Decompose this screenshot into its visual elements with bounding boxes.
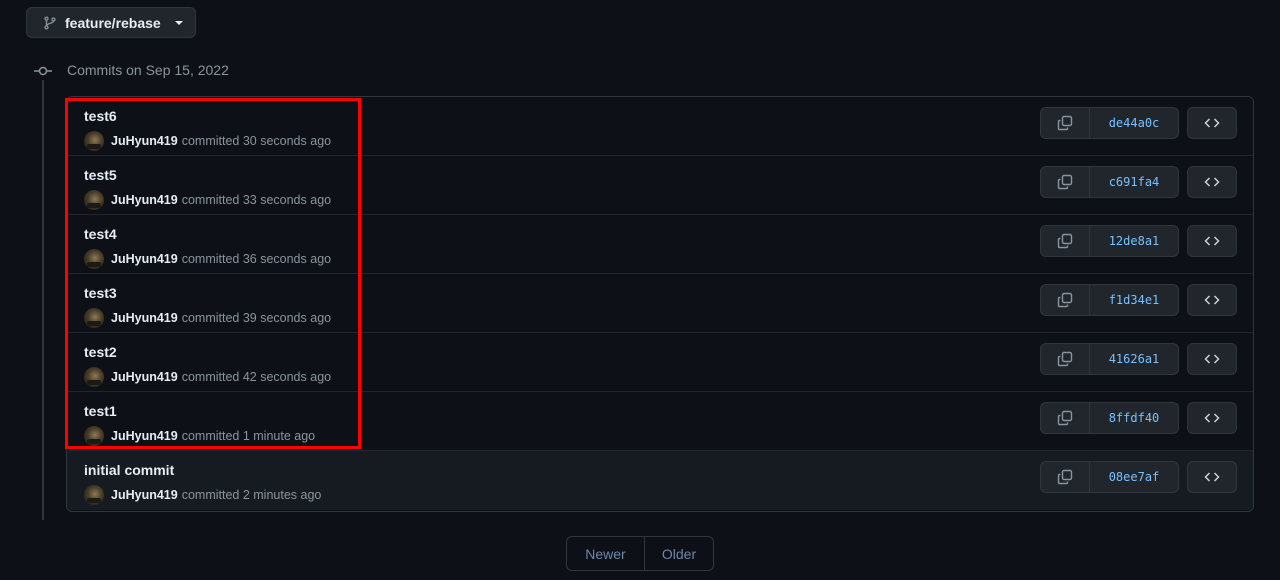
older-button[interactable]: Older — [645, 537, 713, 570]
avatar[interactable] — [84, 485, 104, 505]
timeline-line — [42, 80, 44, 520]
code-icon — [1204, 118, 1220, 128]
newer-button[interactable]: Newer — [567, 537, 645, 570]
commit-sha-link[interactable]: c691fa4 — [1089, 166, 1179, 198]
commit-sha-link[interactable]: 12de8a1 — [1089, 225, 1179, 257]
copy-sha-button[interactable] — [1040, 107, 1090, 139]
commit-title-link[interactable]: test6 — [84, 108, 117, 124]
commit-sha-link[interactable]: 41626a1 — [1089, 343, 1179, 375]
pagination: Newer Older — [566, 536, 714, 571]
commit-row: initial commit JuHyun419 committed 2 min… — [67, 451, 1253, 510]
avatar[interactable] — [84, 249, 104, 269]
browse-code-button[interactable] — [1187, 166, 1237, 198]
branch-name: feature/rebase — [65, 14, 161, 31]
commit-time: committed 2 minutes ago — [181, 488, 322, 502]
commit-time: committed 30 seconds ago — [181, 134, 332, 148]
commit-row: test5 JuHyun419 committed 33 seconds ago… — [67, 156, 1253, 215]
commits-date-heading: Commits on Sep 15, 2022 — [67, 62, 229, 78]
avatar[interactable] — [84, 190, 104, 210]
commit-meta: JuHyun419 committed 2 minutes ago — [84, 485, 321, 505]
commit-meta: JuHyun419 committed 36 seconds ago — [84, 249, 331, 269]
commit-time: committed 42 seconds ago — [181, 370, 332, 384]
code-icon — [1204, 472, 1220, 482]
author-link[interactable]: JuHyun419 — [111, 193, 178, 207]
copy-icon — [1057, 469, 1073, 485]
commit-time: committed 36 seconds ago — [181, 252, 332, 266]
author-link[interactable]: JuHyun419 — [111, 134, 178, 148]
commit-meta: JuHyun419 committed 33 seconds ago — [84, 190, 331, 210]
commit-sha-link[interactable]: 08ee7af — [1089, 461, 1179, 493]
browse-code-button[interactable] — [1187, 284, 1237, 316]
chevron-down-icon — [174, 20, 183, 25]
code-icon — [1204, 413, 1220, 423]
avatar[interactable] — [84, 131, 104, 151]
git-commit-icon — [34, 66, 52, 76]
browse-code-button[interactable] — [1187, 107, 1237, 139]
browse-code-button[interactable] — [1187, 402, 1237, 434]
copy-sha-button[interactable] — [1040, 402, 1090, 434]
copy-icon — [1057, 115, 1073, 131]
copy-sha-button[interactable] — [1040, 225, 1090, 257]
commit-row: test6 JuHyun419 committed 30 seconds ago… — [67, 97, 1253, 156]
copy-icon — [1057, 174, 1073, 190]
commit-meta: JuHyun419 committed 39 seconds ago — [84, 308, 331, 328]
copy-icon — [1057, 351, 1073, 367]
commit-time: committed 33 seconds ago — [181, 193, 332, 207]
commit-row: test4 JuHyun419 committed 36 seconds ago… — [67, 215, 1253, 274]
commit-time: committed 39 seconds ago — [181, 311, 332, 325]
copy-sha-button[interactable] — [1040, 343, 1090, 375]
author-link[interactable]: JuHyun419 — [111, 252, 178, 266]
code-icon — [1204, 354, 1220, 364]
author-link[interactable]: JuHyun419 — [111, 370, 178, 384]
commit-row: test1 JuHyun419 committed 1 minute ago 8… — [67, 392, 1253, 451]
copy-icon — [1057, 410, 1073, 426]
browse-code-button[interactable] — [1187, 461, 1237, 493]
commit-meta: JuHyun419 committed 1 minute ago — [84, 426, 315, 446]
avatar[interactable] — [84, 426, 104, 446]
copy-icon — [1057, 292, 1073, 308]
commit-list: test6 JuHyun419 committed 30 seconds ago… — [66, 96, 1254, 512]
code-icon — [1204, 236, 1220, 246]
commit-meta: JuHyun419 committed 42 seconds ago — [84, 367, 331, 387]
browse-code-button[interactable] — [1187, 343, 1237, 375]
commit-title-link[interactable]: test4 — [84, 226, 117, 242]
author-link[interactable]: JuHyun419 — [111, 488, 178, 502]
browse-code-button[interactable] — [1187, 225, 1237, 257]
commit-meta: JuHyun419 committed 30 seconds ago — [84, 131, 331, 151]
commit-title-link[interactable]: test5 — [84, 167, 117, 183]
avatar[interactable] — [84, 308, 104, 328]
commit-time: committed 1 minute ago — [181, 429, 316, 443]
commit-title-link[interactable]: test1 — [84, 403, 117, 419]
git-branch-icon — [44, 15, 56, 30]
commit-title-link[interactable]: initial commit — [84, 462, 174, 478]
commit-sha-link[interactable]: de44a0c — [1089, 107, 1179, 139]
avatar[interactable] — [84, 367, 104, 387]
author-link[interactable]: JuHyun419 — [111, 429, 178, 443]
copy-sha-button[interactable] — [1040, 461, 1090, 493]
commit-sha-link[interactable]: 8ffdf40 — [1089, 402, 1179, 434]
code-icon — [1204, 177, 1220, 187]
commit-title-link[interactable]: test2 — [84, 344, 117, 360]
commit-sha-link[interactable]: f1d34e1 — [1089, 284, 1179, 316]
commit-row: test2 JuHyun419 committed 42 seconds ago… — [67, 333, 1253, 392]
copy-icon — [1057, 233, 1073, 249]
author-link[interactable]: JuHyun419 — [111, 311, 178, 325]
copy-sha-button[interactable] — [1040, 284, 1090, 316]
code-icon — [1204, 295, 1220, 305]
branch-select-button[interactable]: feature/rebase — [26, 7, 196, 38]
commit-title-link[interactable]: test3 — [84, 285, 117, 301]
copy-sha-button[interactable] — [1040, 166, 1090, 198]
commit-row: test3 JuHyun419 committed 39 seconds ago… — [67, 274, 1253, 333]
